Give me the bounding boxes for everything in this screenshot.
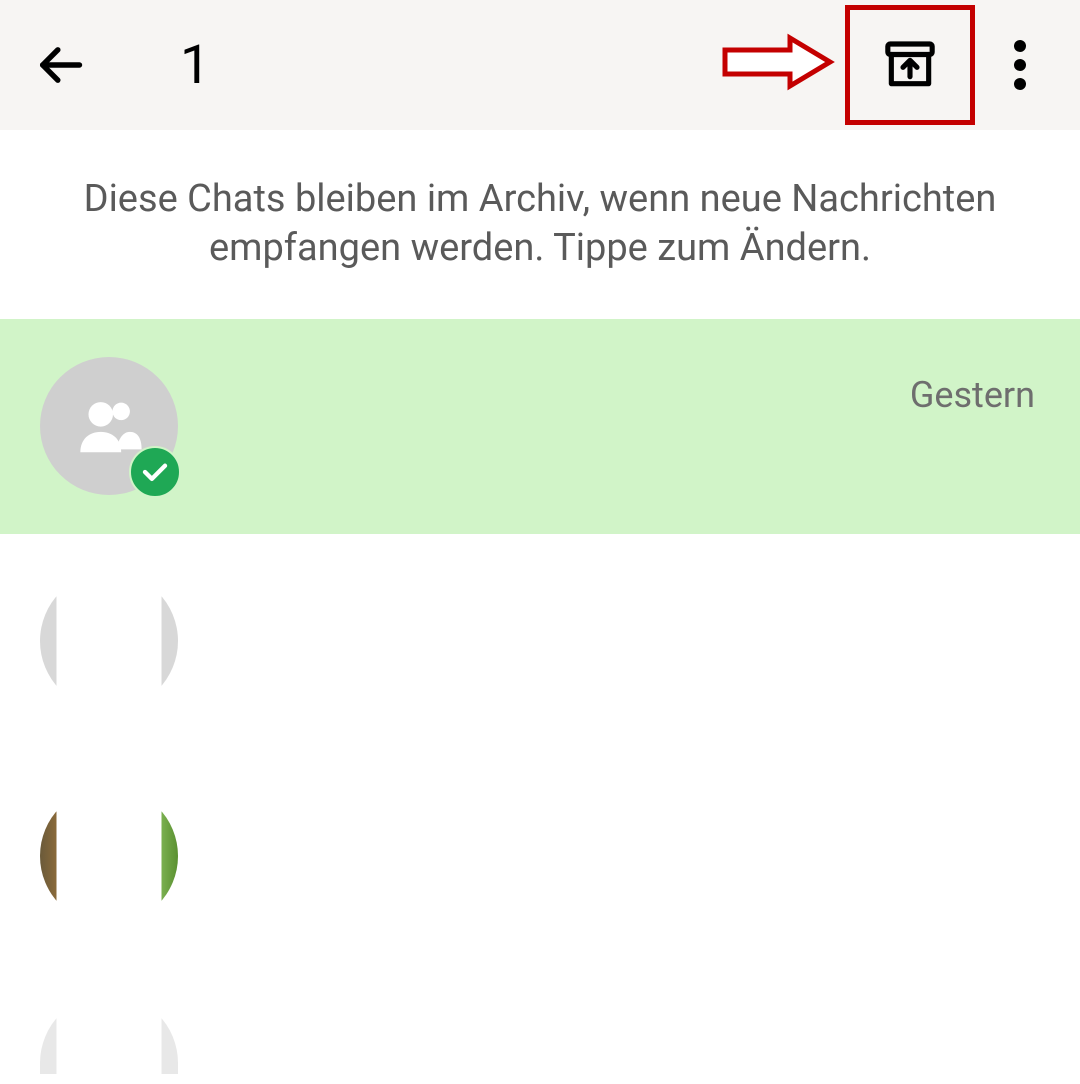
annotation-arrow (720, 30, 835, 95)
archive-info-banner[interactable]: Diese Chats bleiben im Archiv, wenn neue… (0, 130, 1080, 319)
chat-list-item[interactable] (0, 534, 1080, 749)
back-button[interactable] (30, 35, 90, 95)
chat-list: Gestern (0, 319, 1080, 1084)
avatar (40, 787, 178, 925)
chat-list-item[interactable] (0, 749, 1080, 964)
selection-count: 1 (180, 34, 210, 97)
check-icon (140, 457, 170, 487)
chat-list-item[interactable]: Gestern (0, 319, 1080, 534)
selection-header: 1 (0, 0, 1080, 130)
selected-check-badge (129, 446, 181, 498)
more-vertical-icon (1014, 40, 1026, 90)
unarchive-button[interactable] (845, 5, 975, 125)
unarchive-icon (882, 37, 938, 93)
more-options-button[interactable] (990, 35, 1050, 95)
group-icon (72, 391, 147, 461)
chat-timestamp: Gestern (910, 374, 1035, 416)
arrow-left-icon (34, 39, 86, 91)
avatar (40, 357, 178, 495)
avatar (40, 572, 178, 710)
avatar (40, 994, 178, 1074)
chat-list-item[interactable] (0, 964, 1080, 1084)
